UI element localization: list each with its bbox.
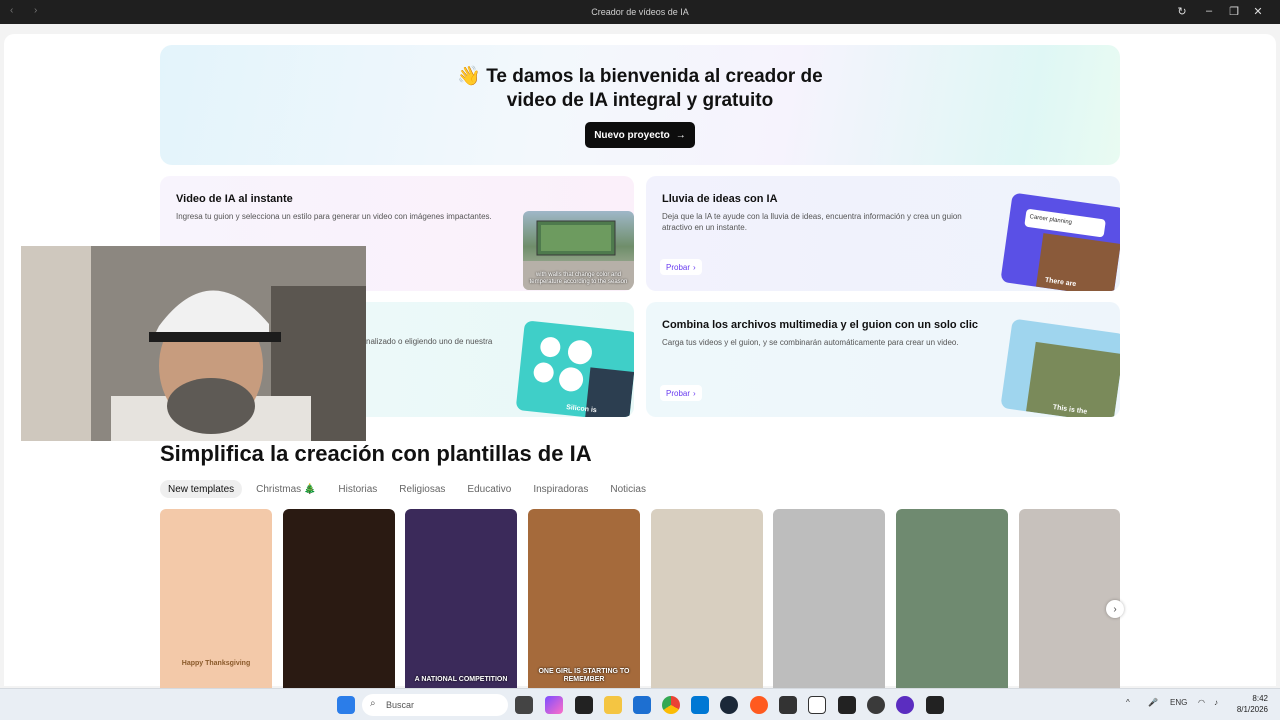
search-icon: ⌕ <box>370 698 376 709</box>
card-description: Carga tus videos y el guion, y se combin… <box>662 338 959 347</box>
card-title: Combina los archivos multimedia y el gui… <box>662 319 979 331</box>
welcome-title: 👋 Te damos la bienvenida al creador de v… <box>160 65 1120 113</box>
chrome-icon[interactable] <box>662 696 680 714</box>
card-thumbnail: with walls that change color and tempera… <box>523 211 634 290</box>
vscode-icon[interactable] <box>691 696 709 714</box>
steam-icon[interactable] <box>720 696 738 714</box>
chevron-right-icon: › <box>1113 603 1117 615</box>
language-indicator[interactable]: ENG <box>1170 698 1187 707</box>
template-caption: Happy Thanksgiving <box>181 660 251 667</box>
wave-emoji: 👋 <box>457 66 481 87</box>
chevron-right-icon: › <box>693 262 696 272</box>
windows-start-icon[interactable] <box>337 696 355 714</box>
tab-new-templates[interactable]: New templates <box>160 480 243 498</box>
tab-educativo[interactable]: Educativo <box>459 480 519 498</box>
new-project-button[interactable]: Nuevo proyecto → <box>585 122 695 148</box>
card-title: Lluvia de ideas con IA <box>662 193 778 205</box>
tab-inspiradoras[interactable]: Inspiradoras <box>525 480 596 498</box>
template-card[interactable] <box>773 509 885 688</box>
new-project-label: Nuevo proyecto <box>594 129 670 141</box>
file-explorer-icon[interactable] <box>604 696 622 714</box>
copilot-icon[interactable] <box>545 696 563 714</box>
card-title: Video de IA al instante <box>176 193 293 205</box>
taskbar: ⌕ Buscar ^ 🎤 ENG ◠ ♪ 8:42 8/1/2026 <box>0 688 1280 720</box>
volume-icon[interactable]: ♪ <box>1214 698 1218 707</box>
thumbnail-chip: Career planning <box>1024 208 1106 238</box>
welcome-title-line2: video de IA integral y gratuito <box>506 90 774 111</box>
card-description: Deja que la IA te ayude con la lluvia de… <box>662 212 962 232</box>
minimize-icon[interactable]: – <box>1201 5 1217 17</box>
card-description: Ingresa tu guion y selecciona un estilo … <box>176 212 492 221</box>
tab-historias[interactable]: Historias <box>330 480 385 498</box>
card-combine-media[interactable]: Combina los archivos multimedia y el gui… <box>646 302 1120 417</box>
terminal-icon[interactable] <box>779 696 797 714</box>
template-card[interactable]: ONE GIRL IS STARTING TO REMEMBER <box>528 509 640 688</box>
welcome-title-line1: Te damos la bienvenida al creador de <box>486 66 823 87</box>
tab-christmas[interactable]: Christmas 🎄 <box>248 480 324 498</box>
refresh-icon[interactable]: ↻ <box>1174 5 1190 18</box>
microphone-icon[interactable]: 🎤 <box>1148 698 1158 707</box>
clock-time: 8:42 <box>1252 694 1268 703</box>
thumbnail-caption: with walls that change color and tempera… <box>529 272 628 285</box>
app-orange-icon[interactable] <box>750 696 768 714</box>
tab-noticias[interactable]: Noticias <box>602 480 654 498</box>
thumbnail-photo <box>1026 341 1120 417</box>
chevron-right-icon: › <box>693 388 696 398</box>
webcam-overlay <box>21 246 366 441</box>
avatars-illustration <box>533 337 634 417</box>
chatgpt-icon[interactable] <box>575 696 593 714</box>
template-caption: A NATIONAL COMPETITION <box>414 676 508 683</box>
capcut-icon[interactable] <box>838 696 856 714</box>
wifi-icon[interactable]: ◠ <box>1198 698 1205 707</box>
capcut-active-icon[interactable] <box>926 696 944 714</box>
template-card[interactable] <box>283 509 395 688</box>
chevron-up-icon[interactable]: ^ <box>1126 698 1130 707</box>
card-description-partial: nalizado o eligiendo uno de nuestra <box>366 337 493 346</box>
carousel-next-button[interactable]: › <box>1106 600 1124 618</box>
card-thumbnail: Career planning There are <box>1000 192 1120 291</box>
store-icon[interactable] <box>633 696 651 714</box>
template-card[interactable]: A NATIONAL COMPETITION <box>405 509 517 688</box>
try-label: Probar <box>666 262 691 272</box>
obs-icon[interactable] <box>867 696 885 714</box>
try-button[interactable]: Probar › <box>660 385 702 401</box>
template-card[interactable]: Happy Thanksgiving <box>160 509 272 688</box>
window-title: Creador de vídeos de IA <box>591 7 689 17</box>
card-thumbnail: Silicon is <box>515 320 634 417</box>
templates-section-title: Simplifica la creación con plantillas de… <box>160 441 592 466</box>
welcome-banner: 👋 Te damos la bienvenida al creador de v… <box>160 45 1120 165</box>
arrow-right-icon: → <box>675 129 686 141</box>
template-caption: ONE GIRL IS STARTING TO REMEMBER <box>538 668 630 683</box>
notion-icon[interactable] <box>808 696 826 714</box>
template-card[interactable] <box>1019 509 1120 688</box>
maximize-icon[interactable]: ❐ <box>1226 5 1242 18</box>
title-bar: ‹ › Creador de vídeos de IA ↻ – ❐ ✕ <box>0 0 1280 24</box>
tab-religiosas[interactable]: Religiosas <box>391 480 453 498</box>
search-placeholder: Buscar <box>386 700 415 710</box>
task-view-icon[interactable] <box>515 696 533 714</box>
clock[interactable]: 8:42 8/1/2026 <box>1228 693 1268 715</box>
try-button[interactable]: Probar › <box>660 259 702 275</box>
template-card[interactable] <box>651 509 763 688</box>
close-icon[interactable]: ✕ <box>1250 5 1266 18</box>
card-thumbnail: This is the <box>1000 318 1120 417</box>
webcam-person-illustration <box>21 246 366 441</box>
template-tabs: New templates Christmas 🎄 Historias Reli… <box>160 480 654 498</box>
app-purple-icon[interactable] <box>896 696 914 714</box>
card-brainstorm[interactable]: Lluvia de ideas con IA Deja que la IA te… <box>646 176 1120 291</box>
clock-date: 8/1/2026 <box>1236 705 1268 714</box>
taskbar-search[interactable]: ⌕ Buscar <box>362 694 508 716</box>
template-card[interactable] <box>896 509 1008 688</box>
try-label: Probar <box>666 388 691 398</box>
